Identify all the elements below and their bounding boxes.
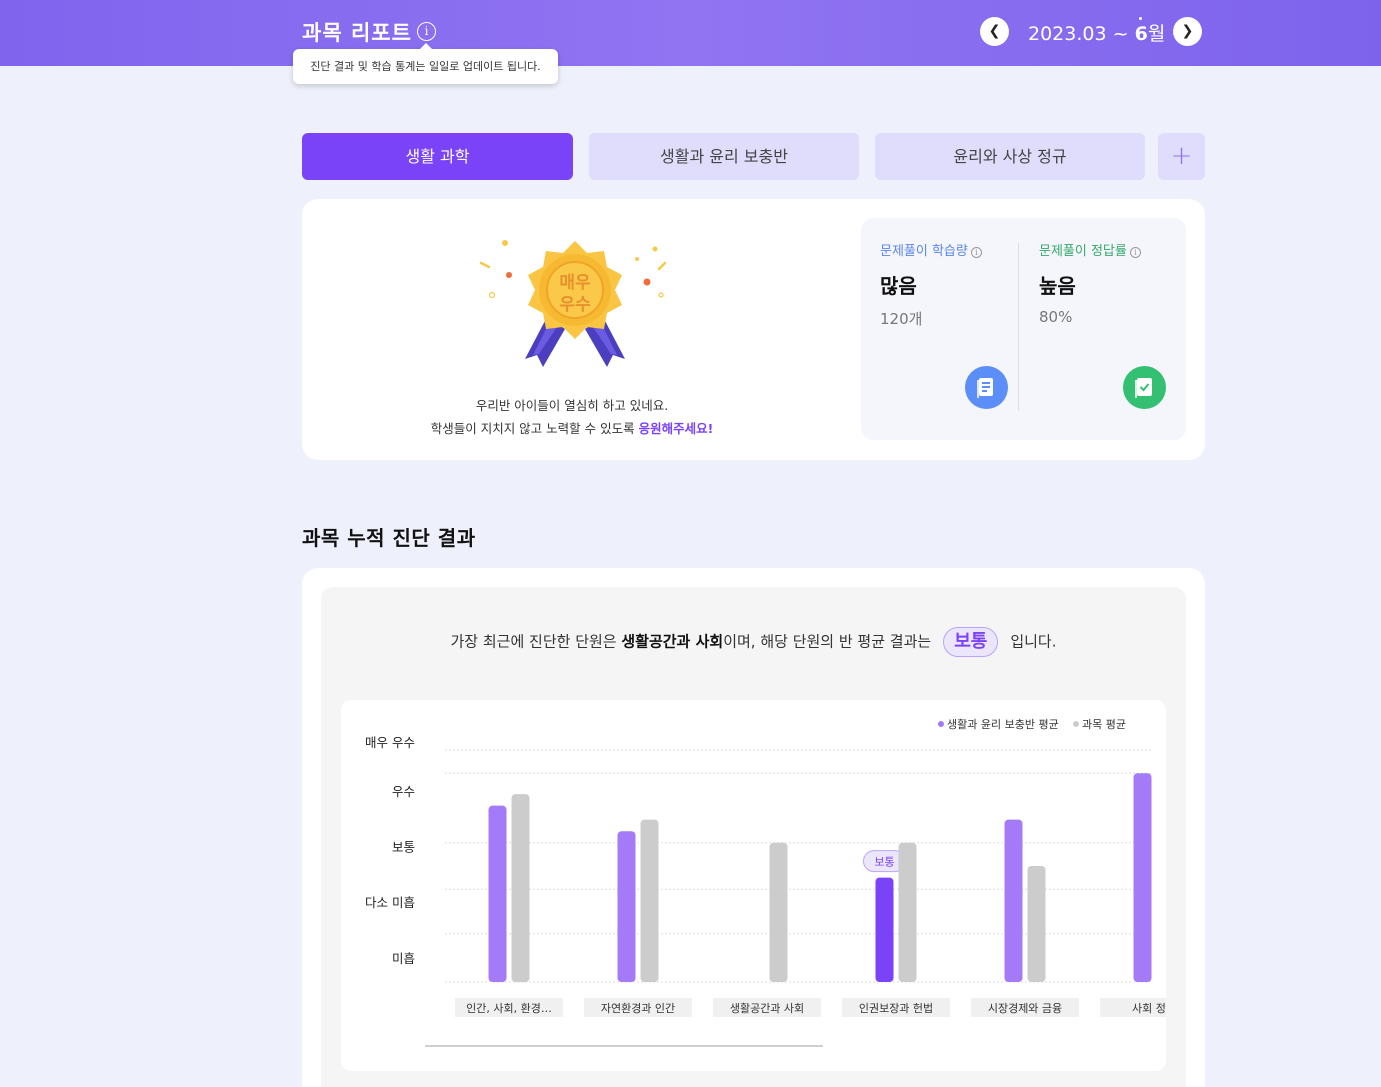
date-range: 2023.03 ~ 6월	[1028, 19, 1165, 46]
stat-accuracy-rate: 80%	[1039, 308, 1073, 326]
medal-icon: 매우 우수	[479, 240, 667, 367]
result-summary-prefix: 가장 최근에 진단한 단원은	[450, 632, 622, 651]
tab-subject-1[interactable]: 생활 과학	[302, 133, 573, 180]
legend-marker	[1073, 721, 1079, 727]
info-icon[interactable]: i	[417, 22, 436, 41]
bar-subject-average[interactable]	[1027, 866, 1046, 982]
chevron-right-icon: ❯	[1181, 23, 1194, 39]
x-tick-label: 시장경제와 금융	[988, 1002, 1062, 1015]
level-badge: 보통	[943, 627, 999, 657]
document-icon	[965, 366, 1008, 409]
chart-container: 미흡 다소 미흡 보통 우수 매우 우수 생활과 윤리 보충반 평균 과목 평균인간, 사회…	[341, 700, 1166, 1071]
cheer-message-2-text: 학생들이 지치지 않고 노력할 수 있도록	[430, 421, 639, 436]
prev-period-button[interactable]: ❮	[980, 17, 1009, 46]
x-tick-label: 생활공간과 사회	[730, 1001, 804, 1015]
bar-class-average[interactable]	[617, 831, 636, 982]
medal-text-1: 매우	[559, 273, 591, 293]
info-icon[interactable]: i	[1129, 247, 1141, 258]
date-range-suffix: 월	[1147, 23, 1166, 45]
stats-panel: 문제풀이 학습량 i 많음 120개 문제풀이 정답률 i 높음 80%	[861, 218, 1186, 440]
y-level-label: 매우 우수	[365, 735, 415, 750]
bar-class-average[interactable]	[488, 805, 507, 982]
y-level-label: 우수	[392, 784, 415, 799]
bar-subject-average[interactable]	[898, 842, 917, 982]
cheer-message-2: 학생들이 지치지 않고 노력할 수 있도록 응원해주세요!	[302, 418, 842, 437]
bar-subject-average[interactable]	[511, 794, 530, 982]
bar-subject-average[interactable]	[640, 819, 659, 982]
result-summary-middle: 이며, 해당 단원의 반 평균 결과는	[723, 632, 932, 651]
tab-subject-3[interactable]: 윤리와 사상 정규	[875, 133, 1145, 180]
info-tooltip: 진단 결과 및 학습 통계는 일일로 업데이트 됩니다.	[293, 43, 558, 84]
result-summary-suffix: 입니다.	[1010, 632, 1057, 651]
cheer-message-1: 우리반 아이들이 열심히 하고 있네요.	[475, 398, 669, 413]
check-note-icon	[1123, 366, 1166, 409]
add-tab-button[interactable]: +	[1158, 133, 1205, 180]
result-summary: 가장 최근에 진단한 단원은 생활공간과 사회이며, 해당 단원의 반 평균 결…	[321, 627, 1186, 657]
summary-card: 매우 우수 우리반 아이들이 열심히 하고 있네요. 학생들이 지치지 않고 노…	[302, 199, 1205, 460]
medal-badge: 매우 우수	[477, 237, 677, 377]
x-tick-label: 사회 정의	[1132, 1002, 1166, 1015]
bar-class-average[interactable]	[1004, 819, 1023, 982]
chevron-left-icon: ❮	[988, 23, 1001, 39]
x-tick-label: 인간, 사회, 환경…	[466, 1002, 552, 1015]
y-level-label: 미흡	[392, 951, 415, 966]
y-level-label: 다소 미흡	[365, 895, 415, 910]
info-icon[interactable]: i	[970, 247, 982, 258]
next-period-button[interactable]: ❯	[1173, 17, 1202, 46]
bar-subject-average[interactable]	[769, 842, 788, 982]
bar-chart: 미흡 다소 미흡 보통 우수 매우 우수 생활과 윤리 보충반 평균 과목 평균인간, 사회…	[365, 717, 1166, 1047]
stat-volume-count: 120개	[880, 310, 923, 328]
medal-text-2: 우수	[559, 295, 591, 315]
stat-volume-label: 문제풀이 학습량 i	[880, 240, 982, 259]
date-range-month: 6	[1134, 23, 1148, 45]
page-title: 과목 리포트	[302, 21, 412, 45]
stats-divider	[1018, 243, 1019, 411]
x-tick-label: 인권보장과 헌법	[859, 1002, 933, 1015]
stat-volume-value: 많음	[880, 274, 917, 298]
stat-accuracy-label: 문제풀이 정답률 i	[1039, 240, 1141, 259]
bar-class-average[interactable]	[1133, 773, 1152, 982]
tab-subject-2[interactable]: 생활과 윤리 보충반	[589, 133, 859, 180]
y-level-label: 보통	[392, 839, 415, 854]
stat-accuracy-label-text: 문제풀이 정답률	[1039, 244, 1127, 259]
top-header: 과목 리포트 i ❮ 2023.03 ~ 6월 ❯	[0, 0, 1381, 66]
legend-marker	[938, 721, 944, 727]
cheer-highlight: 응원해주세요!	[638, 421, 714, 436]
section-title: 과목 누적 진단 결과	[302, 526, 476, 550]
legend-label: 과목 평균	[1082, 718, 1126, 731]
stat-accuracy-value: 높음	[1039, 274, 1076, 298]
x-tick-label: 자연환경과 인간	[601, 1002, 675, 1015]
date-range-start: 2023.03 ~	[1028, 23, 1135, 45]
chart-scrollbar[interactable]	[425, 1045, 823, 1047]
result-summary-unit: 생활공간과 사회	[621, 632, 724, 651]
diagnosis-result-inner: 가장 최근에 진단한 단원은 생활공간과 사회이며, 해당 단원의 반 평균 결…	[321, 587, 1186, 1087]
diagnosis-result-card: 가장 최근에 진단한 단원은 생활공간과 사회이며, 해당 단원의 반 평균 결…	[302, 568, 1205, 1087]
legend-label: 생활과 윤리 보충반 평균	[947, 717, 1059, 731]
highlight-badge-label: 보통	[874, 856, 894, 869]
stat-volume-label-text: 문제풀이 학습량	[880, 244, 968, 259]
bar-class-average[interactable]	[875, 877, 894, 982]
